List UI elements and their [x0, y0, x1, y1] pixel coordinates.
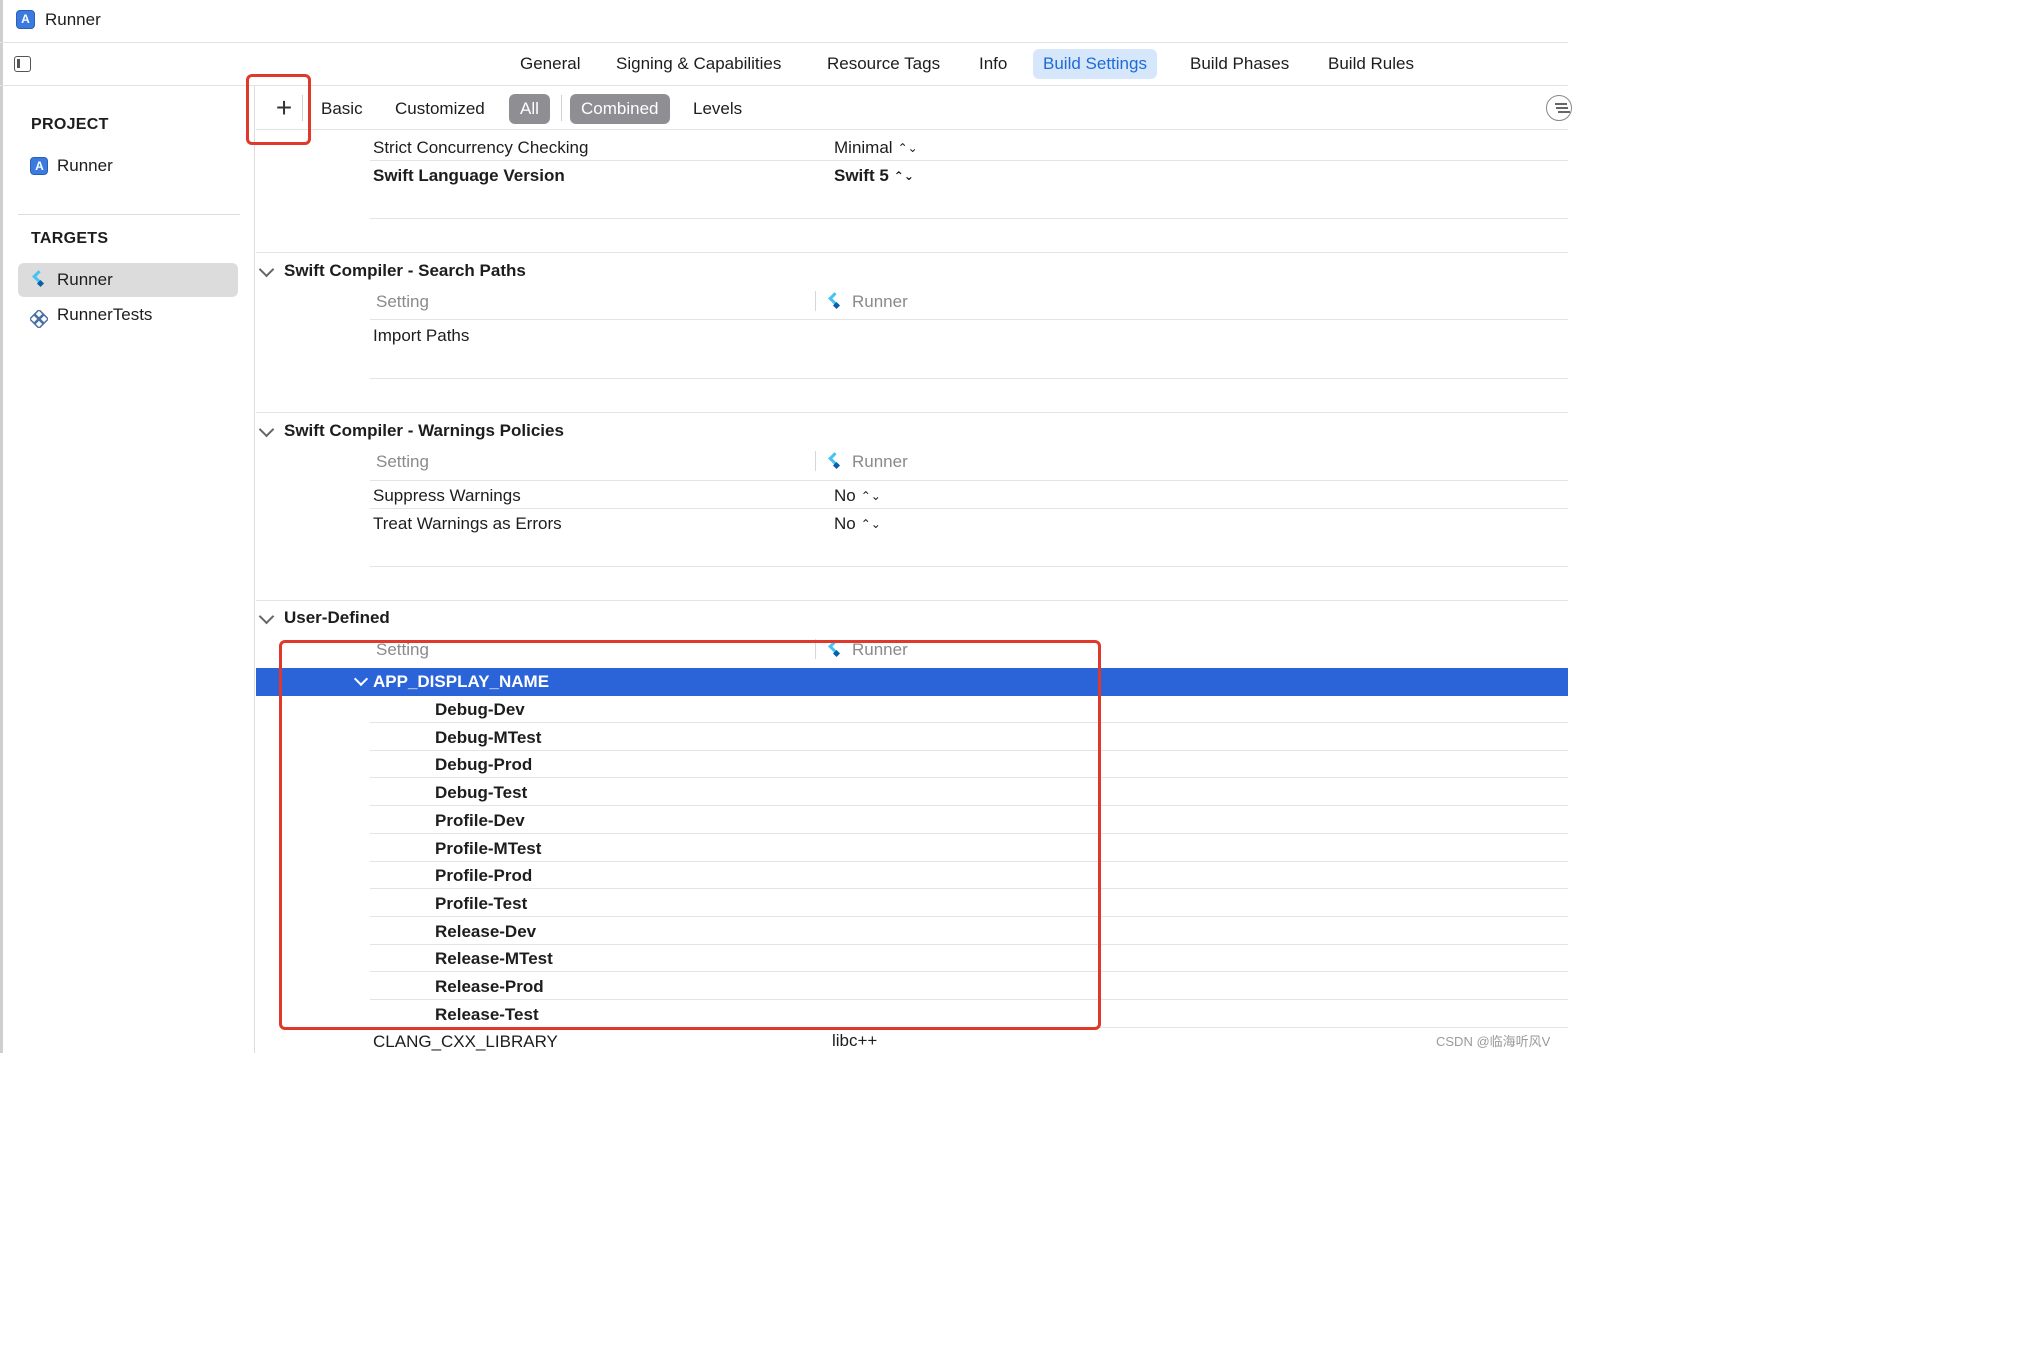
stepper-icon: ⌃⌄ [893, 169, 914, 183]
setting-name[interactable]: Strict Concurrency Checking [373, 138, 588, 158]
tab-build-phases[interactable]: Build Phases [1180, 49, 1299, 79]
setting-value-popup[interactable]: Minimal ⌃⌄ [834, 138, 918, 158]
flutter-icon [30, 271, 48, 289]
stepper-icon: ⌃⌄ [860, 517, 881, 531]
sidebar-item-target-runnertests[interactable]: RunnerTests [18, 298, 238, 332]
filter-combined[interactable]: Combined [570, 94, 670, 124]
targets-section-header: TARGETS [31, 230, 109, 247]
setting-value-popup[interactable]: Swift 5 ⌃⌄ [834, 166, 914, 186]
row-divider [370, 508, 1568, 509]
flutter-icon [826, 293, 844, 311]
setting-name[interactable]: Swift Language Version [373, 166, 565, 186]
group-divider [256, 252, 1568, 253]
title-bar: Runner [0, 0, 1568, 43]
setting-value: Swift 5 [834, 166, 889, 185]
disclosure-chevron-icon[interactable] [258, 421, 275, 438]
setting-name[interactable]: Treat Warnings as Errors [373, 514, 562, 534]
tab-build-rules[interactable]: Build Rules [1318, 49, 1424, 79]
setting-name[interactable]: Suppress Warnings [373, 486, 521, 506]
highlight-box-user-defined [279, 640, 1101, 1030]
tab-signing-capabilities[interactable]: Signing & Capabilities [606, 49, 791, 79]
filter-options-icon[interactable] [1546, 95, 1572, 121]
setting-value[interactable]: libc++ [832, 1031, 877, 1051]
setting-name[interactable]: Import Paths [373, 326, 469, 346]
setting-name[interactable]: CLANG_CXX_LIBRARY [373, 1032, 558, 1052]
group-divider [256, 412, 1568, 413]
sidebar-toggle-icon[interactable] [14, 56, 31, 72]
column-header-target: Runner [852, 292, 908, 312]
row-divider [370, 378, 1568, 379]
group-title-warnings-policies[interactable]: Swift Compiler - Warnings Policies [284, 421, 564, 441]
watermark: CSDN @临海听风V [1436, 1034, 1551, 1049]
sidebar-item-label: Runner [57, 270, 113, 289]
column-header-setting: Setting [376, 292, 429, 311]
column-header-label: Runner [852, 292, 908, 311]
highlight-box-add-button [246, 74, 311, 145]
group-divider [256, 600, 1568, 601]
row-divider [370, 319, 1568, 320]
filter-separator [561, 95, 562, 121]
project-navigator: PROJECT Runner TARGETS Runner RunnerTest… [0, 86, 255, 1053]
setting-value: No [834, 514, 856, 533]
window-title: Runner [45, 10, 101, 29]
column-header-target: Runner [852, 452, 908, 472]
setting-value: No [834, 486, 856, 505]
stepper-icon: ⌃⌄ [860, 489, 881, 503]
setting-value: Minimal [834, 138, 893, 157]
setting-value-popup[interactable]: No ⌃⌄ [834, 514, 881, 534]
project-section-header: PROJECT [31, 116, 109, 133]
column-header-setting: Setting [376, 452, 429, 471]
filter-levels[interactable]: Levels [682, 94, 753, 124]
column-separator [815, 451, 816, 471]
row-divider [370, 566, 1568, 567]
disclosure-chevron-icon[interactable] [258, 261, 275, 278]
row-divider [370, 160, 1568, 161]
filter-all[interactable]: All [509, 94, 550, 124]
build-settings-filter-bar: + Basic Customized All Combined Levels [256, 87, 1572, 130]
group-title-search-paths[interactable]: Swift Compiler - Search Paths [284, 261, 526, 281]
xcode-project-icon [30, 157, 48, 175]
tab-info[interactable]: Info [969, 49, 1017, 79]
group-title-user-defined[interactable]: User-Defined [284, 608, 390, 628]
tab-general[interactable]: General [510, 49, 590, 79]
sidebar-item-label: RunnerTests [57, 305, 153, 324]
filter-basic[interactable]: Basic [310, 94, 374, 124]
column-separator [815, 291, 816, 311]
row-divider [370, 218, 1568, 219]
flutter-icon [826, 453, 844, 471]
column-header-label: Runner [852, 452, 908, 471]
row-divider [370, 480, 1568, 481]
sidebar-item-target-runner[interactable]: Runner [18, 263, 238, 297]
disclosure-chevron-icon[interactable] [258, 608, 275, 625]
xcode-project-icon [16, 10, 35, 29]
sidebar-item-label: Runner [57, 156, 113, 175]
filter-customized[interactable]: Customized [384, 94, 496, 124]
sidebar-divider [18, 214, 240, 215]
setting-value-popup[interactable]: No ⌃⌄ [834, 486, 881, 506]
stepper-icon: ⌃⌄ [897, 141, 918, 155]
editor-tab-bar: General Signing & Capabilities Resource … [0, 43, 1568, 86]
sidebar-item-project-runner[interactable]: Runner [18, 149, 238, 183]
tab-build-settings[interactable]: Build Settings [1033, 49, 1157, 79]
test-bundle-icon [28, 306, 50, 330]
tab-resource-tags[interactable]: Resource Tags [817, 49, 950, 79]
